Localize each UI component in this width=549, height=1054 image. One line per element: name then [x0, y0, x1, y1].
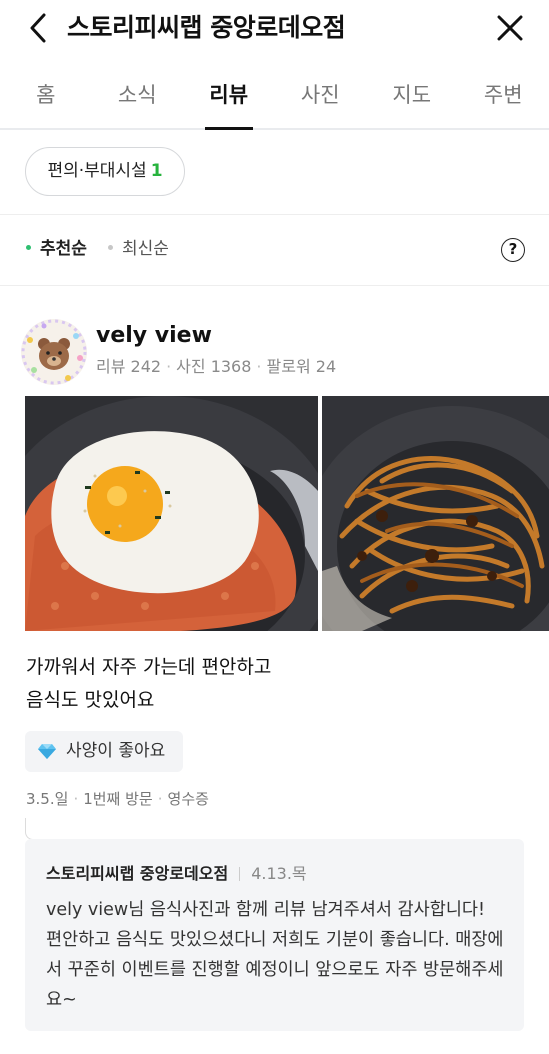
- tab-home[interactable]: 홈: [0, 70, 92, 128]
- facility-filter-chip[interactable]: 편의·부대시설 1: [25, 147, 185, 196]
- sort-recommended[interactable]: 추천순: [26, 236, 87, 262]
- review-count: 리뷰 242: [96, 357, 162, 376]
- review-body[interactable]: 가까워서 자주 가는데 편안하고 음식도 맛있어요: [26, 651, 526, 717]
- top-bar: 스토리피씨랩 중앙로데오점: [0, 0, 549, 58]
- reply-header: 스토리피씨랩 중앙로데오점 4.13.목: [46, 862, 307, 886]
- tab-reviews[interactable]: 리뷰: [183, 70, 275, 128]
- chevron-left-icon: [30, 13, 46, 43]
- reviewer-name[interactable]: vely view: [96, 322, 212, 350]
- keyword-tag: 사양이 좋아요: [25, 731, 183, 772]
- tab-news[interactable]: 소식: [92, 70, 184, 128]
- inactive-dot-icon: [108, 244, 113, 250]
- question-circle-icon[interactable]: ?: [501, 238, 525, 262]
- tab-photos[interactable]: 사진: [275, 70, 367, 128]
- reply-body: vely view님 음식사진과 함께 리뷰 남겨주셔서 감사합니다! 편안하고…: [46, 900, 504, 1010]
- diamond-icon: [38, 744, 56, 759]
- tab-map[interactable]: 지도: [366, 70, 458, 128]
- keyword-label: 사양이 좋아요: [66, 741, 166, 761]
- reviewer-stats: 리뷰 242 · 사진 1368 · 팔로워 24: [96, 357, 337, 376]
- photo-count: 사진 1368: [176, 357, 252, 376]
- sort-latest-label: 최신순: [122, 239, 169, 259]
- tab-bar: 홈 소식 리뷰 사진 지도 주변: [0, 70, 549, 130]
- review-photo-jjajang-noodles[interactable]: [322, 396, 549, 631]
- active-dot-icon: [26, 244, 31, 250]
- chip-label: 편의·부대시설: [47, 161, 147, 181]
- follower-count: 팔로워 24: [266, 357, 337, 376]
- page-title: 스토리피씨랩 중앙로데오점: [67, 13, 346, 42]
- reply-connector: [25, 818, 39, 840]
- reply-date: 4.13.목: [251, 864, 307, 883]
- visit-info: 3.5.일 · 1번째 방문 · 영수증: [26, 790, 209, 808]
- close-button[interactable]: [492, 10, 528, 46]
- reply-store-name: 스토리피씨랩 중앙로데오점: [46, 864, 229, 883]
- visit-count: 1번째 방문: [83, 790, 153, 808]
- sort-latest[interactable]: 최신순: [108, 236, 169, 262]
- chip-count: 1: [150, 161, 163, 181]
- review-photo-fried-rice[interactable]: [25, 396, 318, 631]
- tab-nearby[interactable]: 주변: [458, 70, 549, 128]
- close-icon: [497, 15, 523, 41]
- avatar[interactable]: [20, 318, 88, 386]
- sort-recommended-label: 추천순: [40, 239, 87, 259]
- receipt-label: 영수증: [167, 790, 209, 808]
- visit-date: 3.5.일: [26, 790, 69, 808]
- back-button[interactable]: [22, 10, 58, 46]
